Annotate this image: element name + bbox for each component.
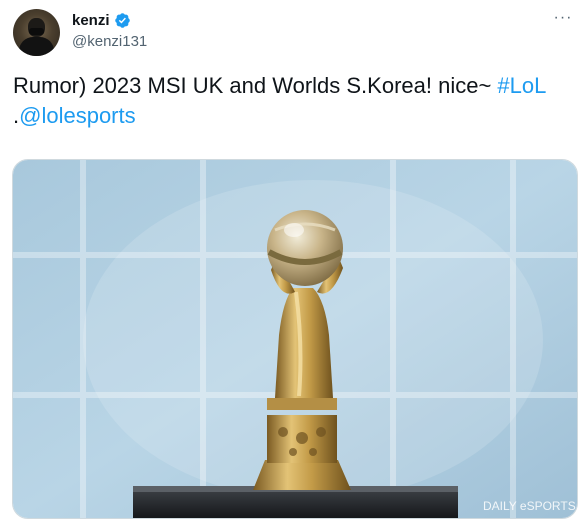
hashtag-link[interactable]: #LoL (497, 73, 546, 98)
tweet-card[interactable]: kenzi @kenzi131 ··· Rumor) 2023 MSI UK a… (0, 0, 585, 519)
tweet-text: Rumor) 2023 MSI UK and Worlds S.Korea! n… (13, 71, 578, 131)
mention-link[interactable]: @lolesports (19, 103, 136, 128)
avatar-body (19, 37, 54, 56)
tweet-media[interactable]: DAILY eSPORTS (12, 159, 578, 519)
more-options-icon[interactable]: ··· (553, 8, 573, 28)
display-name[interactable]: kenzi (72, 12, 110, 29)
avatar[interactable] (13, 9, 60, 56)
avatar-mask (29, 28, 44, 35)
media-watermark: DAILY eSPORTS (483, 499, 576, 513)
user-handle[interactable]: @kenzi131 (72, 33, 147, 50)
author-name-row[interactable]: kenzi (72, 12, 131, 29)
tweet-body: Rumor) 2023 MSI UK and Worlds S.Korea! n… (13, 73, 498, 98)
verified-badge-icon (114, 13, 130, 28)
trophy-photo: DAILY eSPORTS (13, 160, 577, 518)
